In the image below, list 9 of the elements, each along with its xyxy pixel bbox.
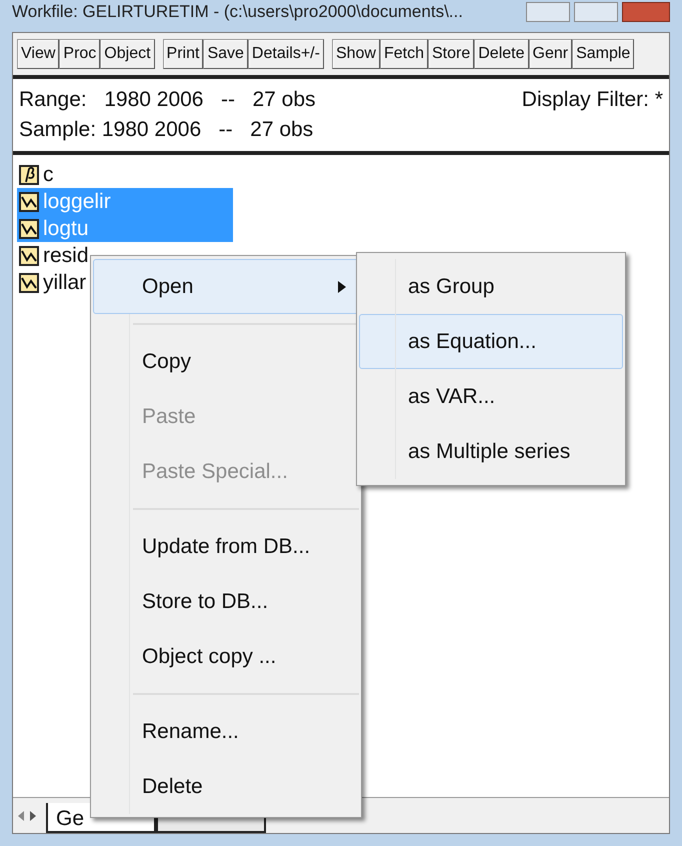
display-filter-text: Display Filter: * xyxy=(522,87,663,113)
object-name: c xyxy=(43,162,54,188)
object-name: loggelir xyxy=(43,188,111,215)
object-name: yillar xyxy=(43,270,86,296)
object-name: logtu xyxy=(43,216,89,242)
object-name: resid xyxy=(43,242,89,269)
range-text: Range: 1980 2006 -- 27 obs xyxy=(19,87,316,113)
sample-text: Sample: 1980 2006 -- 27 obs xyxy=(19,117,314,143)
window-title: Workfile: GELIRTURETIM - (c:\users\pro2000\documents\... xyxy=(12,1,463,23)
